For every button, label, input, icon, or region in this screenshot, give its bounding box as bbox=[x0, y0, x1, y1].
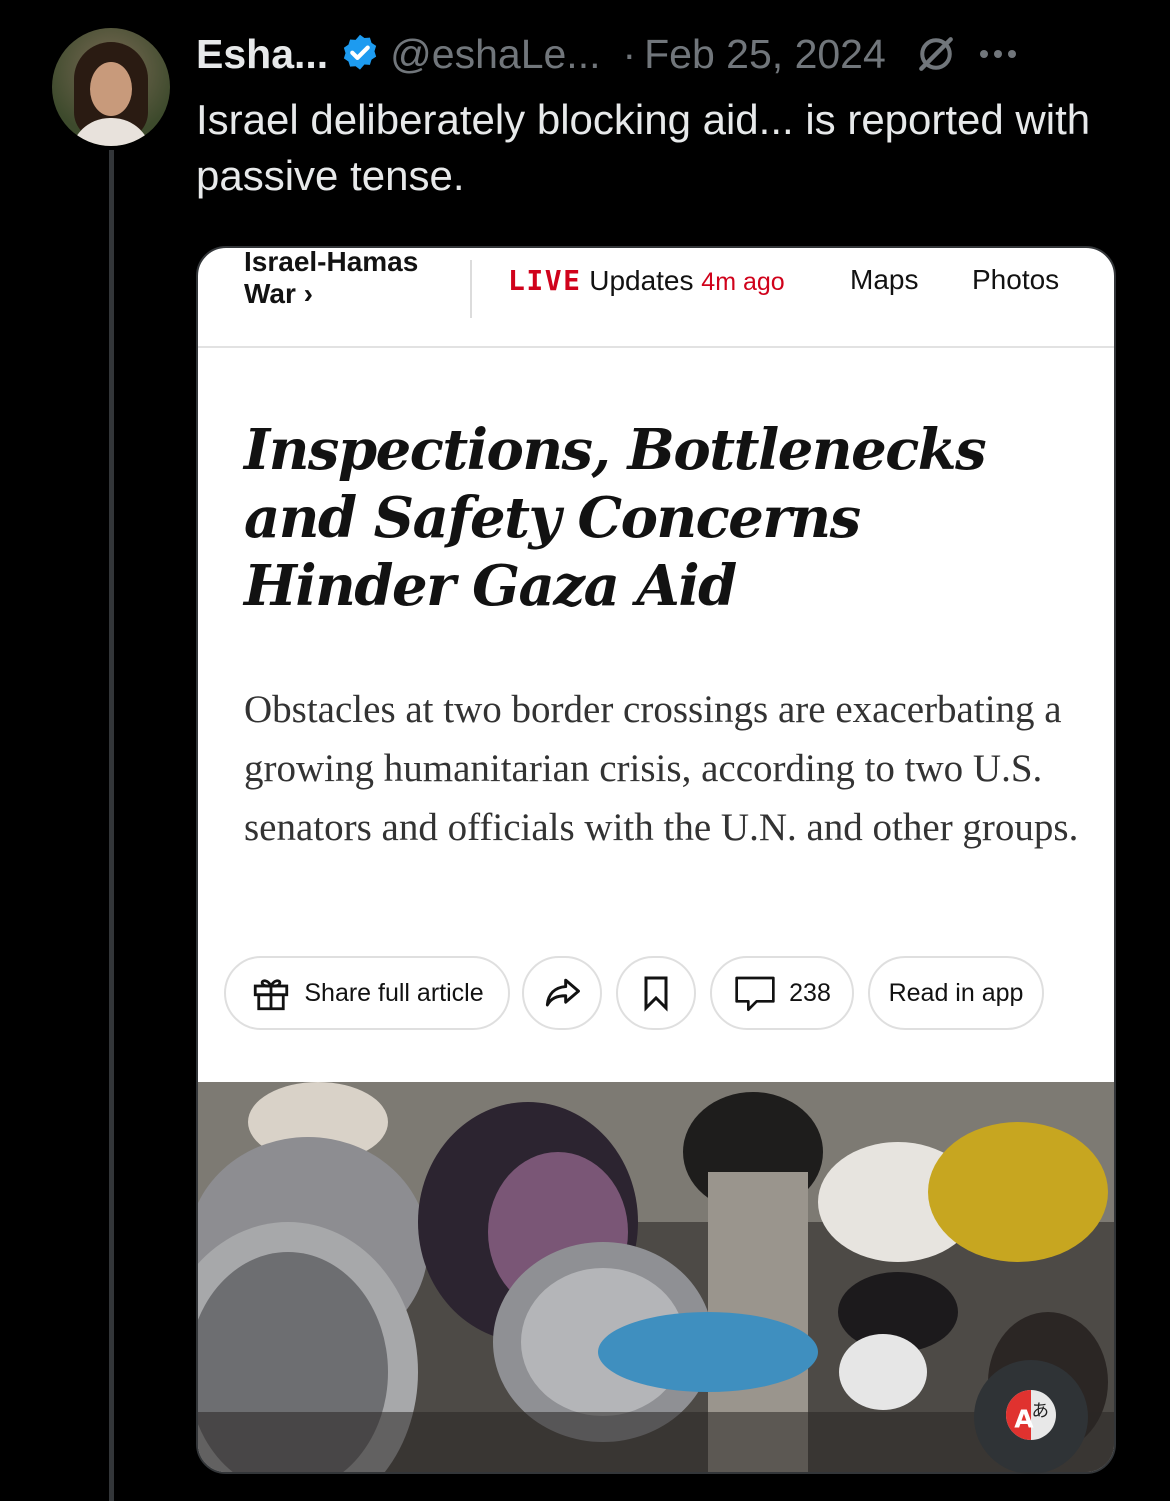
article-headline: Inspections, Bottlenecks and Safety Conc… bbox=[244, 417, 987, 619]
nav-maps[interactable]: Maps bbox=[850, 264, 918, 296]
translate-button[interactable]: A あ bbox=[974, 1360, 1088, 1474]
article-nav: Israel-Hamas War › LIVE Updates 4m ago M… bbox=[198, 248, 1114, 348]
bookmark-button[interactable] bbox=[616, 956, 696, 1030]
nav-divider bbox=[470, 260, 472, 318]
comments-button[interactable]: 238 bbox=[710, 956, 854, 1030]
article-summary: Obstacles at two border crossings are ex… bbox=[244, 688, 1079, 849]
avatar-face bbox=[90, 62, 132, 116]
read-in-app-button[interactable]: Read in app bbox=[868, 956, 1044, 1030]
tweet-header: Esha... @eshaLe... · Feb 25, 2024 bbox=[196, 24, 1016, 84]
article-card[interactable]: Israel-Hamas War › LIVE Updates 4m ago M… bbox=[196, 246, 1116, 1474]
more-icon[interactable] bbox=[979, 50, 1016, 58]
tweet-text: Israel deliberately blocking aid... is r… bbox=[196, 96, 1091, 199]
live-label: Updates bbox=[589, 265, 694, 296]
article-actions: Share full article 238 Read in app bbox=[224, 956, 1104, 1034]
nav-photos[interactable]: Photos bbox=[972, 264, 1059, 296]
comment-icon bbox=[733, 973, 777, 1013]
share-button[interactable] bbox=[522, 956, 602, 1030]
svg-text:あ: あ bbox=[1032, 1401, 1050, 1421]
comment-count: 238 bbox=[789, 978, 831, 1007]
tweet-date[interactable]: Feb 25, 2024 bbox=[644, 31, 886, 78]
thread-line bbox=[109, 150, 114, 1501]
translate-icon: A あ bbox=[1001, 1385, 1061, 1450]
live-time: 4m ago bbox=[701, 268, 785, 296]
separator-dot: · bbox=[622, 30, 637, 77]
grok-icon[interactable] bbox=[914, 32, 958, 76]
read-in-app-label: Read in app bbox=[888, 978, 1024, 1007]
share-arrow-icon bbox=[540, 971, 584, 1015]
avatar[interactable] bbox=[52, 28, 170, 146]
author-handle[interactable]: @eshaLe... bbox=[390, 31, 600, 78]
verified-badge-icon[interactable] bbox=[338, 32, 382, 76]
share-full-article-button[interactable]: Share full article bbox=[224, 956, 510, 1030]
gift-icon bbox=[250, 972, 292, 1014]
share-label: Share full article bbox=[304, 978, 484, 1007]
section-link[interactable]: Israel-Hamas War › bbox=[244, 248, 454, 310]
author-name[interactable]: Esha... bbox=[196, 31, 328, 78]
live-updates-link[interactable]: LIVE Updates 4m ago bbox=[508, 264, 785, 297]
live-badge: LIVE bbox=[508, 264, 582, 297]
bookmark-icon bbox=[636, 973, 676, 1013]
